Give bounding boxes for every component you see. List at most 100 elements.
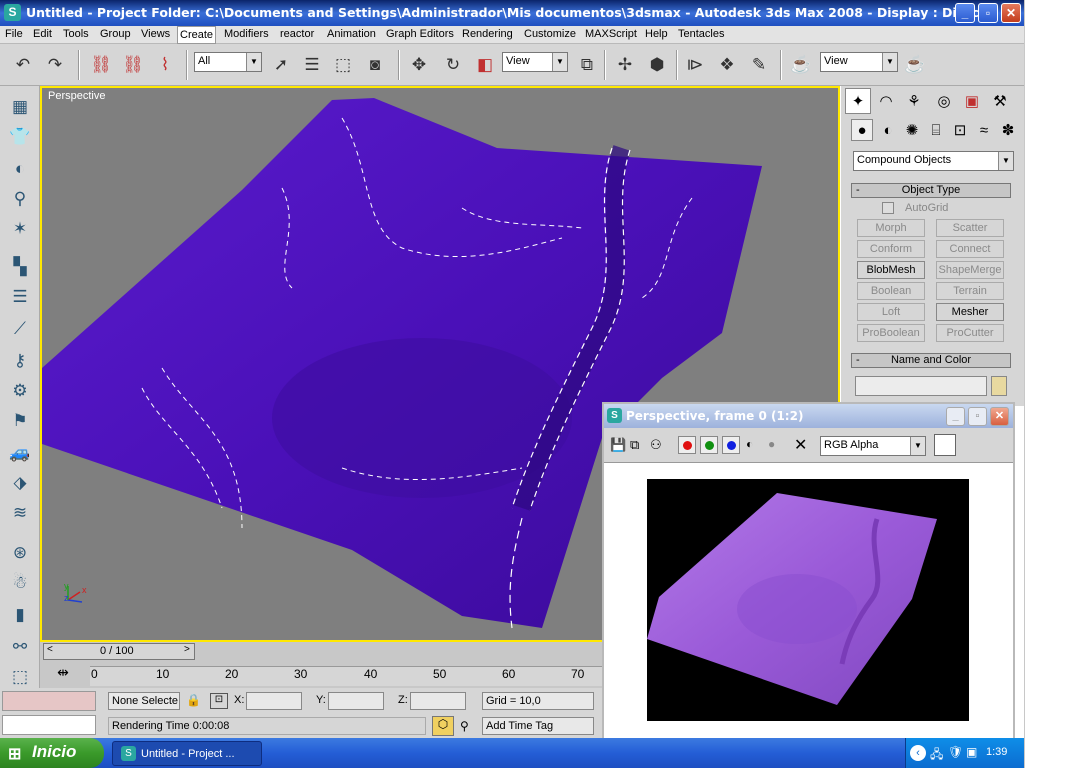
ragdoll-icon[interactable]: ☃ <box>7 570 33 596</box>
tray-expand-icon[interactable]: ‹ <box>910 745 926 761</box>
channel-dropdown[interactable]: RGB Alpha ▼ <box>820 436 926 456</box>
menu-animation[interactable]: Animation <box>327 28 376 40</box>
menu-tools[interactable]: Tools <box>63 28 89 40</box>
bind-space-warp-icon[interactable]: ⌇ <box>152 52 178 78</box>
dashpot-icon[interactable]: ⟋ <box>7 316 33 342</box>
loft-button[interactable]: Loft <box>857 303 925 321</box>
menu-customize[interactable]: Customize <box>524 28 576 40</box>
track-bar-toggle-icon[interactable]: ⇹ <box>52 664 74 684</box>
menu-help[interactable]: Help <box>645 28 668 40</box>
deforming-mesh-icon[interactable]: ✶ <box>7 216 33 242</box>
menu-modifiers[interactable]: Modifiers <box>224 28 269 40</box>
fracture-icon[interactable]: ⬗ <box>7 470 33 496</box>
start-button[interactable]: ⊞ Inicio <box>0 738 104 768</box>
menu-graph-editors[interactable]: Graph Editors <box>386 28 454 40</box>
geometry-icon[interactable]: ● <box>851 119 873 141</box>
redo-icon[interactable]: ↷ <box>42 52 68 78</box>
title-bar[interactable]: S Untitled - Project Folder: C:\Document… <box>0 0 1024 26</box>
render-view-dropdown[interactable]: View ▼ <box>820 52 898 72</box>
toy-car-icon[interactable]: 🚙 <box>7 440 33 466</box>
hinge-constraint-icon[interactable]: ▮ <box>7 602 33 628</box>
quick-render-teapot-icon[interactable]: ☕ <box>902 52 928 78</box>
unlink-icon[interactable]: ⛓ <box>120 52 146 78</box>
frame-maximize-button[interactable]: ▫ <box>968 407 987 426</box>
alpha-channel-icon[interactable]: ◐ <box>746 437 753 451</box>
frame-minimize-button[interactable]: _ <box>946 407 965 426</box>
menu-file[interactable]: File <box>5 28 23 40</box>
frame-window-titlebar[interactable]: S Perspective, frame 0 (1:2) _ ▫ ✕ <box>604 404 1013 428</box>
rectangular-selection-icon[interactable]: ⬚ <box>330 52 356 78</box>
save-image-icon[interactable]: 💾 <box>610 437 626 453</box>
motor-icon[interactable]: ⚙ <box>7 378 33 404</box>
filter-icon[interactable]: ⚲ <box>460 719 469 733</box>
scale-icon[interactable]: ◧ <box>472 52 498 78</box>
align-icon[interactable]: ❖ <box>714 52 740 78</box>
nvidia-icon[interactable]: ▣ <box>966 745 977 759</box>
window-crossing-icon[interactable]: ◙ <box>362 52 388 78</box>
spring-icon[interactable]: ☰ <box>7 284 33 310</box>
track-bar[interactable]: 0 10 20 30 40 50 60 70 <box>90 666 602 686</box>
proboolean-button[interactable]: ProBoolean <box>857 324 925 342</box>
select-object-icon[interactable]: ➚ <box>268 52 294 78</box>
object-type-rollout[interactable]: - Object Type <box>851 183 1011 198</box>
motion-tab-icon[interactable]: ◎ <box>931 88 957 114</box>
menu-views[interactable]: Views <box>141 28 170 40</box>
reference-coordinate-dropdown[interactable]: View ▼ <box>502 52 568 72</box>
category-dropdown[interactable]: Compound Objects ▼ <box>853 151 1014 171</box>
copy-image-icon[interactable]: ⧉ <box>630 437 639 453</box>
taskbar-item-3dsmax[interactable]: S Untitled - Project ... <box>112 741 262 766</box>
cloth-collection-icon[interactable]: 👕 <box>7 124 33 150</box>
frame-close-button[interactable]: ✕ <box>990 407 1009 426</box>
maximize-button[interactable]: ▫ <box>978 3 998 23</box>
shapemerge-button[interactable]: ShapeMerge <box>936 261 1004 279</box>
slider-prev-icon[interactable]: < <box>47 644 53 655</box>
scatter-button[interactable]: Scatter <box>936 219 1004 237</box>
z-coordinate-input[interactable] <box>410 692 466 710</box>
utilities-tab-icon[interactable]: ⚒ <box>987 88 1013 114</box>
menu-reactor[interactable]: reactor <box>280 28 314 40</box>
rigid-body-collection-icon[interactable]: ▦ <box>7 94 33 120</box>
menu-edit[interactable]: Edit <box>33 28 52 40</box>
maxscript-listener-pink[interactable] <box>2 691 96 711</box>
helpers-icon[interactable]: ⊡ <box>949 119 971 141</box>
plane-icon[interactable]: ▚ <box>7 254 33 280</box>
undo-icon[interactable]: ↶ <box>10 52 36 78</box>
mono-channel-icon[interactable]: ● <box>768 437 775 451</box>
procutter-button[interactable]: ProCutter <box>936 324 1004 342</box>
x-coordinate-input[interactable] <box>246 692 302 710</box>
menu-tentacles[interactable]: Tentacles <box>678 28 724 40</box>
select-manipulate-icon[interactable]: ✢ <box>612 52 638 78</box>
absolute-mode-icon[interactable]: ⊡ <box>210 693 228 709</box>
add-time-tag-button[interactable]: Add Time Tag <box>482 717 594 735</box>
green-channel-toggle[interactable] <box>700 436 718 454</box>
prismatic-icon[interactable]: ⚯ <box>7 634 33 660</box>
autogrid-checkbox[interactable] <box>882 202 894 214</box>
pivot-center-icon[interactable]: ⧉ <box>574 52 600 78</box>
shapes-icon[interactable]: ◐ <box>877 119 899 141</box>
select-by-name-icon[interactable]: ☰ <box>299 52 325 78</box>
boolean-button[interactable]: Boolean <box>857 282 925 300</box>
time-slider[interactable]: < 0 / 100 > <box>43 643 195 660</box>
clone-window-icon[interactable]: ⚇ <box>650 437 662 453</box>
modify-tab-icon[interactable]: ◠ <box>873 88 899 114</box>
time-tag-icon[interactable]: ⬡ <box>432 716 454 736</box>
rotate-icon[interactable]: ↻ <box>440 52 466 78</box>
wind-icon[interactable]: ⚑ <box>7 408 33 434</box>
maxscript-listener-white[interactable] <box>2 715 96 735</box>
connect-button[interactable]: Connect <box>936 240 1004 258</box>
rendered-frame-window[interactable]: S Perspective, frame 0 (1:2) _ ▫ ✕ 💾 ⧉ ⚇… <box>602 402 1015 740</box>
water-icon[interactable]: ≋ <box>7 500 33 526</box>
conform-button[interactable]: Conform <box>857 240 925 258</box>
slider-next-icon[interactable]: > <box>184 644 190 655</box>
y-coordinate-input[interactable] <box>328 692 384 710</box>
clear-icon[interactable]: ✕ <box>794 435 807 455</box>
cameras-icon[interactable]: ⌸ <box>925 119 947 141</box>
color-swatch[interactable] <box>934 434 956 456</box>
selection-filter-dropdown[interactable]: All ▼ <box>194 52 262 72</box>
terrain-button[interactable]: Terrain <box>936 282 1004 300</box>
object-name-input[interactable] <box>855 376 987 396</box>
lock-icon[interactable]: 🔒 <box>186 693 201 707</box>
menu-maxscript[interactable]: MAXScript <box>585 28 637 40</box>
morph-button[interactable]: Morph <box>857 219 925 237</box>
mirror-icon[interactable]: ⧐ <box>682 52 708 78</box>
